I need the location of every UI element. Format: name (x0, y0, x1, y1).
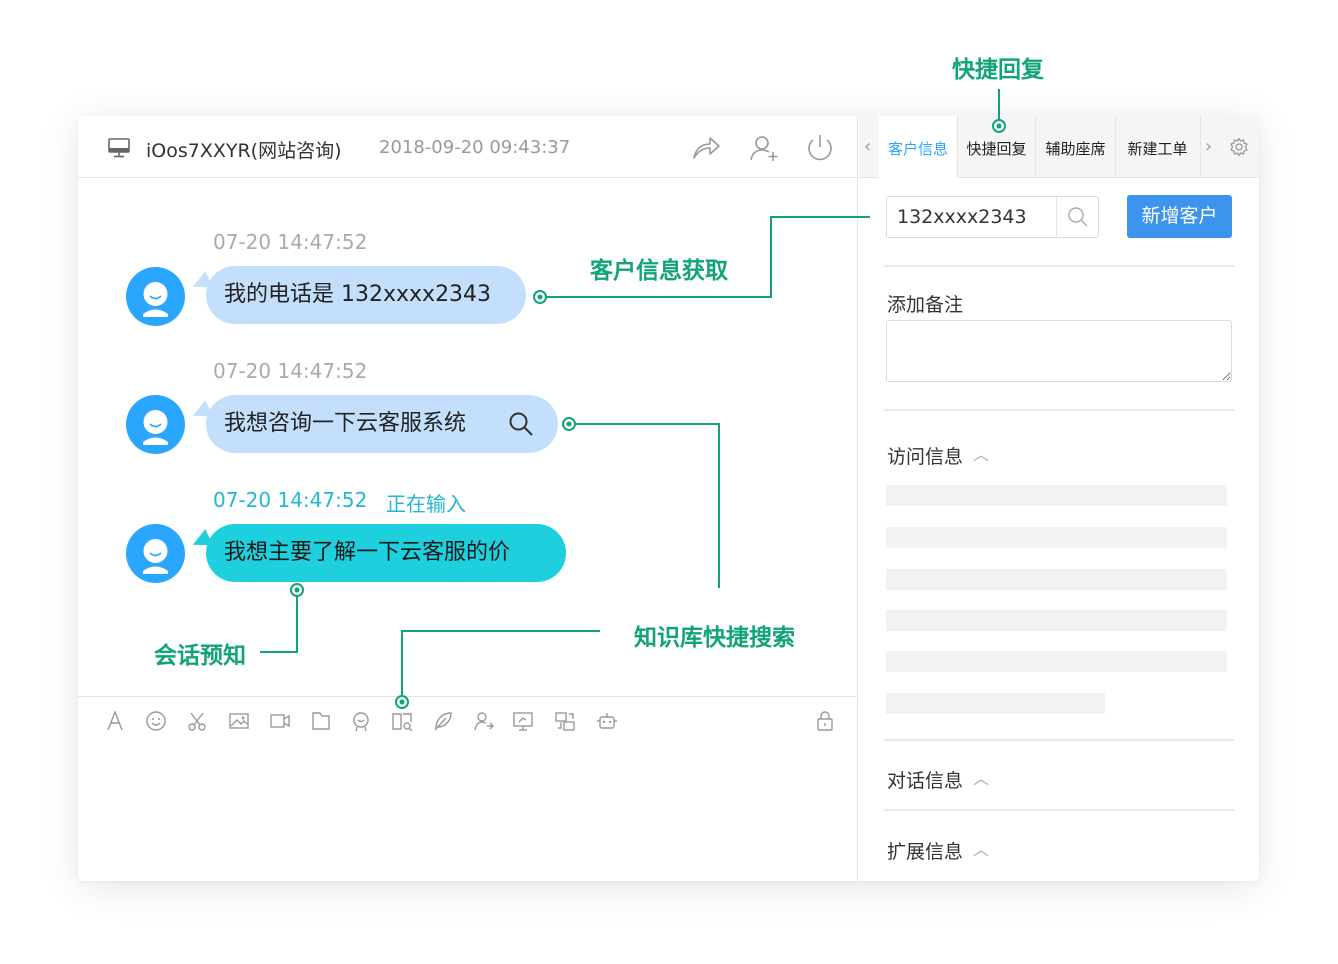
search-icon (1068, 207, 1088, 227)
message-text: 我想咨询一下云客服系统 (224, 411, 467, 436)
note-label: 添加备注 (887, 294, 964, 316)
lock-icon[interactable] (814, 710, 836, 732)
gear-icon[interactable] (1229, 137, 1249, 157)
leave-message-icon[interactable] (432, 710, 454, 732)
annotation-quick-reply: 快捷回复 (952, 57, 1044, 83)
avatar (126, 524, 185, 583)
skeleton-row (886, 651, 1227, 672)
session-title: iOos7XXYR(网站咨询) (146, 140, 342, 162)
avatar (126, 395, 185, 454)
knowledge-base-icon[interactable] (391, 710, 413, 732)
divider (884, 265, 1234, 267)
visitor-avatar-icon (143, 282, 168, 317)
toolbar-divider (78, 696, 858, 697)
message-bubble-preview: 我想主要了解一下云客服的价 (206, 524, 566, 582)
skeleton-row (886, 693, 1105, 714)
message-bubble: 我想咨询一下云客服系统 (206, 395, 558, 453)
chat-header: iOos7XXYR(网站咨询) 2018-09-20 09:43:37 (78, 116, 858, 178)
robot-icon[interactable] (596, 710, 618, 732)
chevron-up-icon: ︿ (973, 445, 990, 464)
section-title: 扩展信息 (887, 841, 964, 863)
file-icon[interactable] (310, 710, 332, 732)
section-title: 对话信息 (887, 770, 964, 792)
annotation-knowledge-search: 知识库快捷搜索 (634, 625, 795, 651)
section-visit-info[interactable]: 访问信息 ︿ (887, 442, 989, 469)
transfer-icon[interactable] (690, 132, 722, 164)
section-dialog-info[interactable]: 对话信息 ︿ (887, 766, 989, 793)
tab-assist-agent[interactable]: 辅助座席 (1035, 116, 1115, 178)
transfer-agent-icon[interactable] (473, 710, 495, 732)
chevron-up-icon: ︿ (973, 769, 990, 788)
customer-search-input[interactable] (887, 197, 1069, 237)
tab-prev-arrow-icon[interactable]: ‹ (864, 116, 871, 178)
search-icon[interactable] (508, 411, 534, 437)
add-customer-button[interactable]: 新增客户 (1127, 195, 1232, 238)
note-textarea[interactable] (886, 320, 1232, 382)
power-icon[interactable] (804, 132, 836, 164)
message-time: 07-20 14:47:52 (213, 230, 368, 254)
section-extended-info[interactable]: 扩展信息 ︿ (887, 837, 989, 864)
video-icon[interactable] (269, 710, 291, 732)
annotation-customer-info: 客户信息获取 (590, 258, 728, 284)
tab-next-arrow-icon[interactable]: › (1200, 116, 1216, 178)
session-time: 2018-09-20 09:43:37 (379, 137, 571, 158)
screen-share-icon[interactable] (512, 710, 534, 732)
section-title: 访问信息 (887, 446, 964, 468)
customer-search-field (886, 196, 1099, 238)
sidebar-tabs: ‹ 客户信息 快捷回复 辅助座席 新建工单 › (859, 116, 1259, 178)
chevron-up-icon: ︿ (973, 840, 990, 859)
visitor-avatar-icon (143, 410, 168, 445)
font-icon[interactable] (104, 710, 126, 732)
emoji-icon[interactable] (145, 710, 167, 732)
divider (884, 809, 1234, 811)
image-icon[interactable] (228, 710, 250, 732)
divider (884, 739, 1234, 741)
message-time: 07-20 14:47:52 (213, 359, 368, 383)
skeleton-row (886, 610, 1227, 631)
invite-user-icon[interactable] (748, 132, 780, 164)
screenshot-icon[interactable] (186, 710, 208, 732)
divider (884, 409, 1234, 411)
message-text: 我想主要了解一下云客服的价 (224, 540, 511, 565)
customer-sidebar: ‹ 客户信息 快捷回复 辅助座席 新建工单 › 新增客户 添加备注 (859, 116, 1259, 881)
tab-quick-reply[interactable]: 快捷回复 (957, 116, 1035, 178)
message-bubble: 我的电话是 132xxxx2343 (206, 266, 526, 324)
skeleton-row (886, 569, 1227, 590)
monitor-icon (108, 138, 130, 158)
chat-window: iOos7XXYR(网站咨询) 2018-09-20 09:43:37 07-2… (78, 116, 1259, 881)
avatar (126, 267, 185, 326)
typing-status: 正在输入 (386, 492, 466, 516)
chat-panel: iOos7XXYR(网站咨询) 2018-09-20 09:43:37 07-2… (78, 116, 858, 881)
skeleton-row (886, 485, 1227, 506)
tab-customer-info[interactable]: 客户信息 (879, 116, 957, 178)
message-time: 07-20 14:47:52 (213, 488, 368, 512)
satisfaction-icon[interactable] (350, 710, 372, 732)
annotation-session-preview: 会话预知 (154, 643, 246, 669)
tab-new-ticket[interactable]: 新建工单 (1115, 116, 1199, 178)
visitor-avatar-icon (143, 539, 168, 574)
skeleton-row (886, 527, 1227, 548)
message-text: 我的电话是 132xxxx2343 (224, 282, 492, 307)
customer-search-button[interactable] (1056, 197, 1098, 237)
remote-assist-icon[interactable] (554, 710, 576, 732)
